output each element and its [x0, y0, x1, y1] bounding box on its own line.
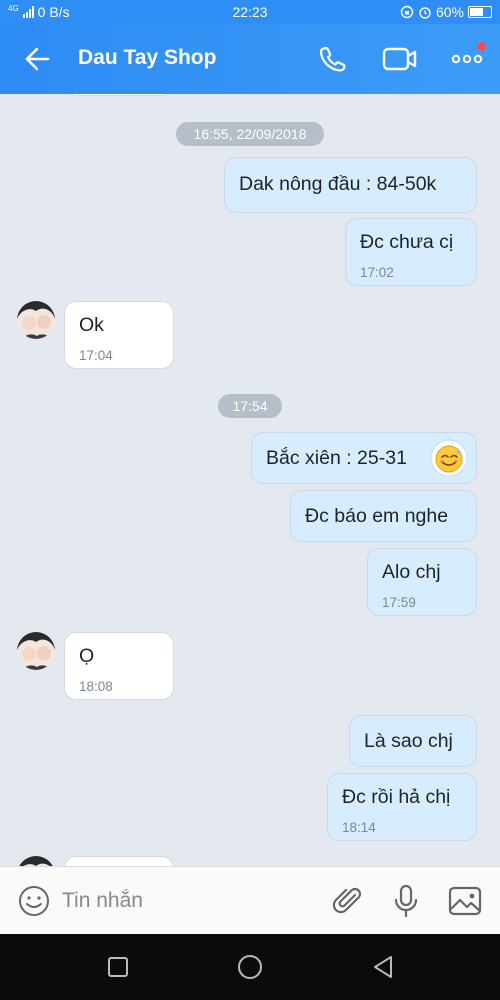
message-text: Ok	[79, 314, 104, 336]
contact-avatar[interactable]	[17, 856, 55, 866]
attach-button[interactable]	[328, 881, 368, 921]
voice-button[interactable]	[386, 881, 426, 921]
video-camera-icon	[382, 47, 417, 71]
message-time: 17:04	[79, 348, 113, 363]
contact-avatar[interactable]	[17, 632, 55, 670]
triangle-back-icon	[374, 956, 392, 978]
message-text: Dak nông đầu : 84-50k	[239, 173, 437, 195]
home-button[interactable]	[235, 952, 265, 982]
avatar-photo-icon	[17, 632, 55, 670]
partial-message	[64, 94, 174, 96]
circle-icon	[238, 955, 262, 979]
message-text: Bắc xiên : 25-31	[266, 447, 407, 469]
image-button[interactable]	[445, 881, 485, 921]
video-call-button[interactable]	[380, 42, 420, 76]
message-time: 17:02	[360, 265, 394, 280]
attachment-icon	[332, 887, 362, 914]
message-bubble-outgoing[interactable]: Đc rồi hả chị 18:14	[327, 773, 477, 841]
image-icon	[448, 886, 482, 916]
conversation-title[interactable]: Dau Tay Shop	[78, 46, 216, 70]
emoji-icon	[19, 886, 49, 916]
message-composer	[0, 866, 500, 934]
status-bar: 4G 0 B/s 22:23 60%	[0, 0, 500, 24]
microphone-icon	[394, 884, 418, 918]
square-icon	[108, 957, 128, 977]
message-text: Là sao chj	[364, 730, 453, 752]
message-time: 18:08	[79, 679, 113, 694]
message-input[interactable]	[62, 885, 312, 917]
rotation-lock-icon	[400, 5, 414, 19]
date-separator: 16:55, 22/09/2018	[176, 122, 324, 146]
time-separator: 17:54	[218, 394, 282, 418]
message-bubble-outgoing[interactable]: Bắc xiên : 25-31	[251, 432, 477, 484]
call-button[interactable]	[314, 42, 354, 76]
message-bubble-outgoing[interactable]: Dak nông đầu : 84-50k	[224, 157, 477, 213]
battery-percent: 60%	[435, 4, 464, 20]
message-bubble-outgoing[interactable]: Alo chj 17:59	[367, 548, 477, 616]
message-bubble-outgoing[interactable]: Là sao chj	[349, 715, 477, 767]
back-button[interactable]	[20, 44, 56, 74]
message-list[interactable]: 16:55, 22/09/2018 Dak nông đầu : 84-50k …	[0, 94, 500, 866]
recents-button[interactable]	[103, 952, 133, 982]
avatar-photo-icon	[17, 301, 55, 339]
message-bubble-incoming[interactable]: Ok 17:04	[64, 301, 174, 369]
nav-back-button[interactable]	[368, 952, 398, 982]
status-right: 60%	[400, 4, 492, 20]
message-text: Đc báo em nghe	[305, 505, 449, 527]
message-text: Đc chưa cị	[360, 231, 454, 253]
message-text: Ọ	[79, 645, 95, 667]
message-time: 17:59	[382, 595, 416, 610]
smiling-sweat-emoji-icon	[430, 439, 468, 477]
message-text: Đc rồi hả chị	[342, 786, 451, 808]
partial-message	[64, 856, 174, 866]
more-options-button[interactable]	[448, 42, 488, 76]
message-bubble-outgoing[interactable]: Đc báo em nghe	[290, 490, 477, 542]
chat-header: Dau Tay Shop	[0, 24, 500, 94]
contact-avatar[interactable]	[17, 301, 55, 339]
avatar-photo-icon	[17, 856, 55, 866]
message-time: 18:14	[342, 820, 376, 835]
phone-icon	[319, 46, 346, 72]
message-bubble-outgoing[interactable]: Đc chưa cị 17:02	[345, 218, 477, 286]
system-navigation-bar	[0, 934, 500, 1000]
message-text: Alo chj	[382, 561, 441, 583]
emoji-button[interactable]	[14, 881, 54, 921]
notification-dot	[477, 42, 486, 51]
message-bubble-incoming[interactable]: Ọ 18:08	[64, 632, 174, 700]
alarm-icon	[419, 7, 431, 19]
back-arrow-icon	[25, 47, 50, 71]
battery-icon	[468, 6, 492, 18]
